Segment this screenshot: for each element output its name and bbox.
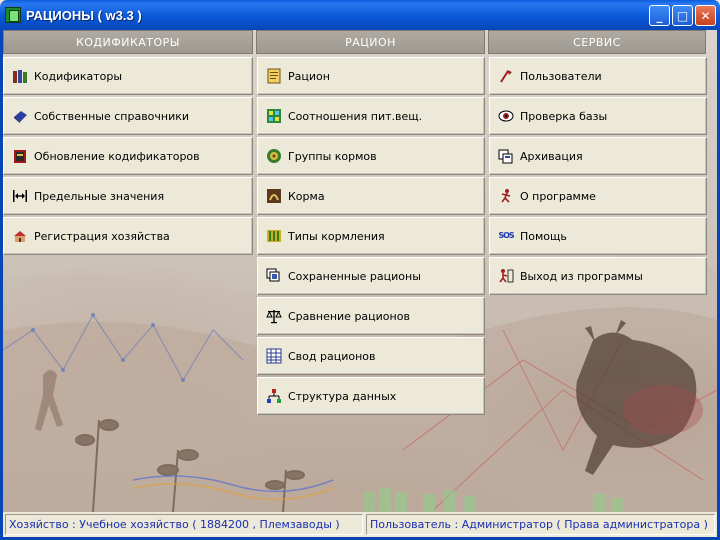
window-title: РАЦИОНЫ ( w3.3 ) bbox=[26, 7, 142, 23]
column-header-ration: РАЦИОН bbox=[256, 30, 485, 54]
menu-item-data-structure[interactable]: Структура данных bbox=[257, 377, 485, 415]
menu-item-check-database[interactable]: Проверка базы bbox=[489, 97, 707, 135]
eye-check-icon bbox=[498, 108, 514, 124]
sos-icon: SOS bbox=[498, 231, 514, 240]
range-limits-icon bbox=[12, 188, 28, 204]
menu-item-about[interactable]: О программе bbox=[489, 177, 707, 215]
menu-item-feed-groups[interactable]: Группы кормов bbox=[257, 137, 485, 175]
status-user: Пользователь : Администратор ( Права адм… bbox=[366, 514, 715, 535]
menu-item-users[interactable]: Пользователи bbox=[489, 57, 707, 95]
menu-item-archiving[interactable]: Архивация bbox=[489, 137, 707, 175]
menu-item-own-references[interactable]: Собственные справочники bbox=[3, 97, 253, 135]
menu-item-feeds[interactable]: Корма bbox=[257, 177, 485, 215]
menu-item-codifiers[interactable]: Кодификаторы bbox=[3, 57, 253, 95]
users-icon bbox=[498, 68, 514, 84]
maximize-button[interactable]: □ bbox=[672, 5, 693, 26]
menu-item-exit[interactable]: Выход из программы bbox=[489, 257, 707, 295]
farm-icon bbox=[12, 228, 28, 244]
main-client-area: КОДИФИКАТОРЫ Кодификаторы Собственные сп… bbox=[3, 30, 717, 512]
minimize-button[interactable]: _ bbox=[649, 5, 670, 26]
column-header-service: СЕРВИС bbox=[488, 30, 706, 54]
menu-item-help[interactable]: SOS Помощь bbox=[489, 217, 707, 255]
ration-icon bbox=[266, 68, 282, 84]
data-structure-icon bbox=[266, 388, 282, 404]
app-icon bbox=[5, 7, 21, 23]
scales-icon bbox=[266, 308, 282, 324]
status-bar: Хозяйство : Учебное хозяйство ( 1884200 … bbox=[3, 512, 717, 537]
menu-item-saved-rations[interactable]: Сохраненные рационы bbox=[257, 257, 485, 295]
saved-rations-icon bbox=[266, 268, 282, 284]
summary-grid-icon bbox=[266, 348, 282, 364]
menu-item-nutrient-ratios[interactable]: Соотношения пит.вещ. bbox=[257, 97, 485, 135]
title-bar[interactable]: РАЦИОНЫ ( w3.3 ) _ □ ✕ bbox=[0, 0, 720, 30]
menu-item-feeding-types[interactable]: Типы кормления bbox=[257, 217, 485, 255]
feed-groups-icon bbox=[266, 148, 282, 164]
menu-item-rations-summary[interactable]: Свод рационов bbox=[257, 337, 485, 375]
menu-item-update-codifiers[interactable]: Обновление кодификаторов bbox=[3, 137, 253, 175]
book-icon bbox=[12, 108, 28, 124]
column-header-codifiers: КОДИФИКАТОРЫ bbox=[3, 30, 253, 54]
nutrient-ratio-icon bbox=[266, 108, 282, 124]
feeds-icon bbox=[266, 188, 282, 204]
about-icon bbox=[498, 188, 514, 204]
menu-item-ration[interactable]: Рацион bbox=[257, 57, 485, 95]
menu-item-limit-values[interactable]: Предельные значения bbox=[3, 177, 253, 215]
window-controls: _ □ ✕ bbox=[649, 5, 716, 26]
archive-icon bbox=[498, 148, 514, 164]
feeding-types-icon bbox=[266, 228, 282, 244]
update-book-icon bbox=[12, 148, 28, 164]
books-icon bbox=[12, 68, 28, 84]
close-button[interactable]: ✕ bbox=[695, 5, 716, 26]
menu-item-compare-rations[interactable]: Сравнение рационов bbox=[257, 297, 485, 335]
exit-icon bbox=[498, 268, 514, 284]
menu-item-farm-registration[interactable]: Регистрация хозяйства bbox=[3, 217, 253, 255]
status-farm: Хозяйство : Учебное хозяйство ( 1884200 … bbox=[5, 514, 363, 535]
